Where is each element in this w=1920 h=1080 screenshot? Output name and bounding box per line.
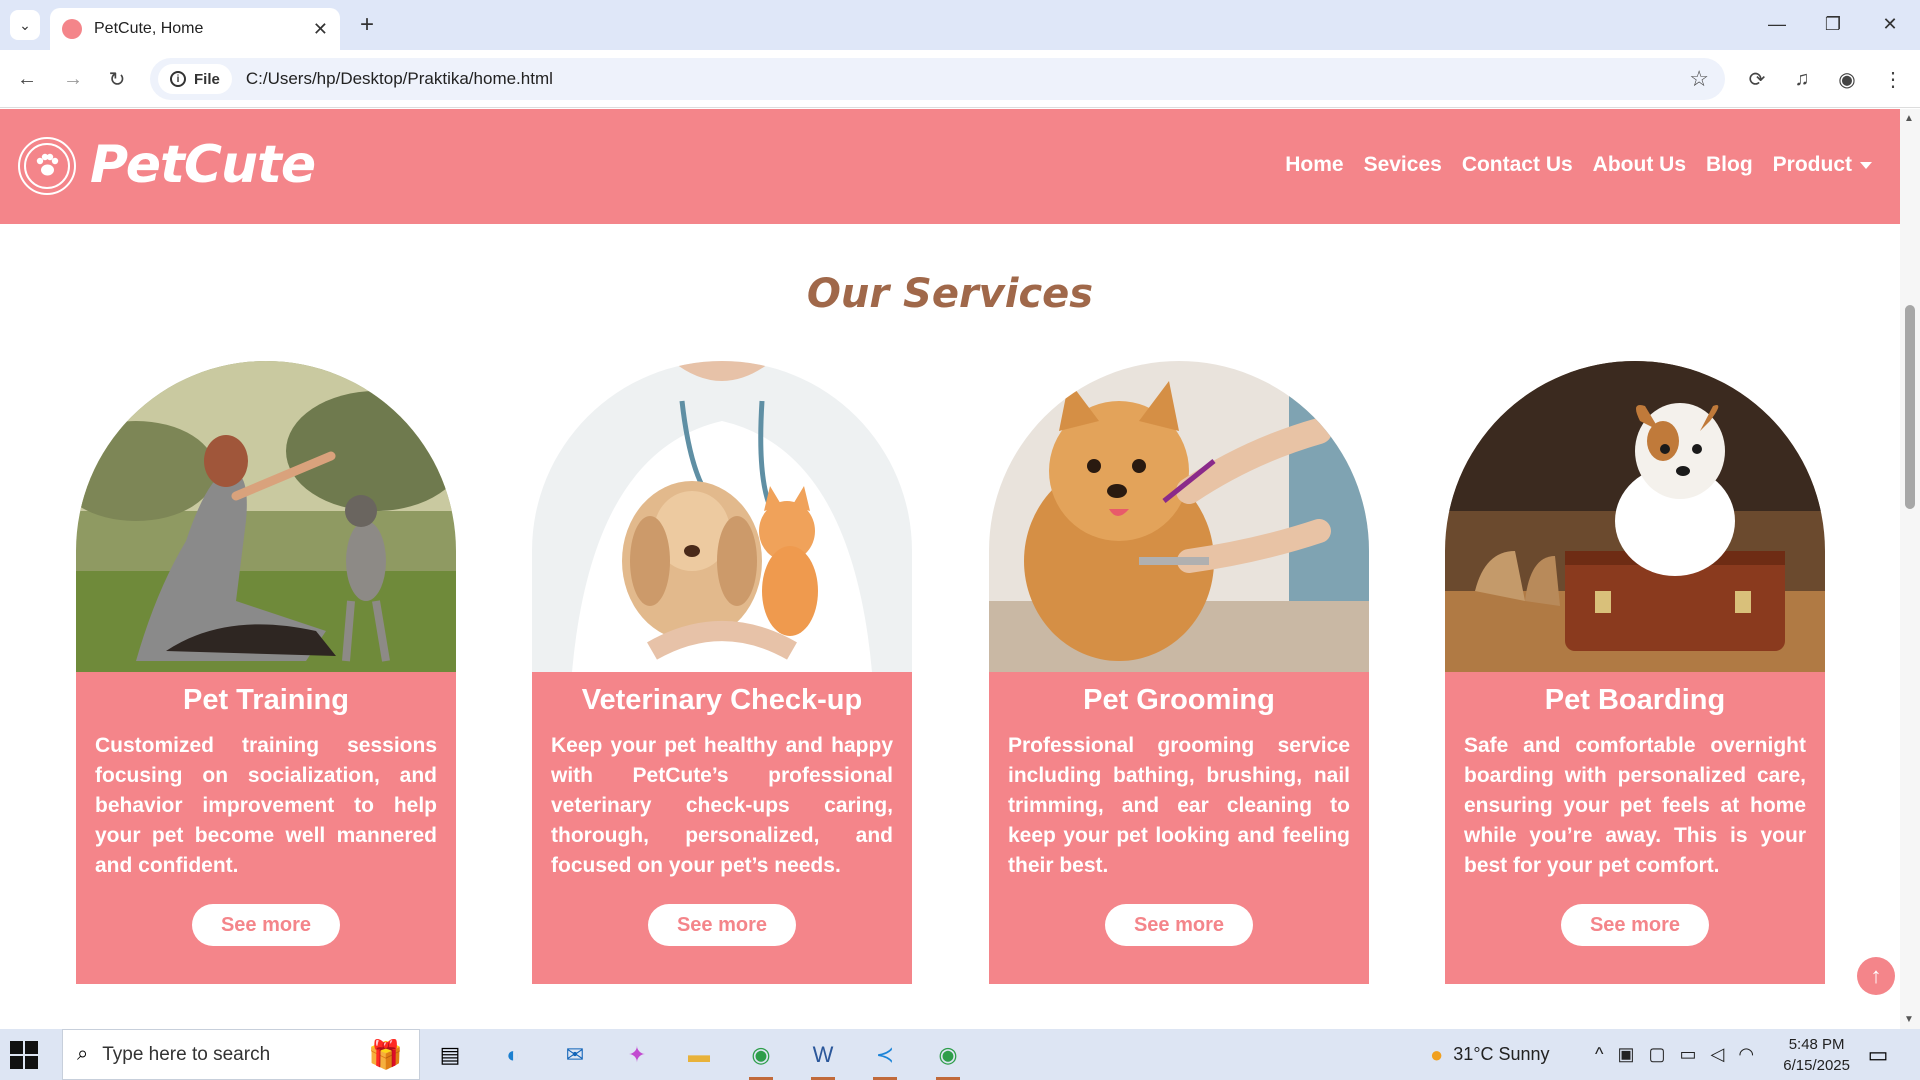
task-view-icon[interactable]: ▤: [430, 1035, 470, 1075]
card-description: Keep your pet healthy and happy with Pet…: [551, 734, 893, 877]
page-scrollbar[interactable]: ▲ ▼: [1900, 109, 1920, 1029]
boarding-photo: [1445, 361, 1825, 672]
forward-icon[interactable]: →: [56, 62, 90, 96]
see-more-button[interactable]: See more: [1561, 904, 1709, 946]
restore-icon[interactable]: ❐: [1813, 8, 1853, 40]
nav-blog[interactable]: Blog: [1706, 153, 1753, 177]
card-title: Pet Boarding: [1544, 684, 1726, 716]
card-description: Customized training sessions focusing on…: [95, 734, 437, 877]
window-close-icon[interactable]: ✕: [1870, 8, 1910, 40]
see-more-button[interactable]: See more: [1105, 904, 1253, 946]
profile-icon[interactable]: ◉: [1832, 64, 1862, 94]
service-card-training: Pet Training Customized training session…: [76, 361, 456, 984]
vscode-icon[interactable]: ≺: [865, 1035, 905, 1080]
gift-icon: 🎁: [368, 1039, 403, 1070]
wifi-icon[interactable]: ◠: [1738, 1044, 1754, 1065]
menu-kebab-icon[interactable]: ⋮: [1878, 64, 1908, 94]
system-tray: ^ ▣ ▢ ▭ ◁ ◠: [1595, 1029, 1754, 1080]
main-menu: Home Sevices Contact Us About Us Blog Pr…: [1285, 153, 1872, 177]
notification-icon[interactable]: ▭: [1858, 1035, 1898, 1075]
windows-start-icon[interactable]: [10, 1041, 38, 1069]
search-icon: ⌕: [77, 1043, 89, 1065]
minimize-icon[interactable]: —: [1757, 8, 1797, 40]
bookmark-star-icon[interactable]: ☆: [1689, 66, 1709, 92]
paw-logo-icon[interactable]: [18, 137, 76, 195]
grooming-photo: [989, 361, 1369, 672]
card-description: Safe and comfortable overnight boarding …: [1464, 734, 1806, 877]
address-bar: ← → ↻ i File C:/Users/hp/Desktop/Praktik…: [0, 50, 1920, 108]
clock-date: 6/15/2025: [1783, 1057, 1850, 1074]
edge-icon[interactable]: ◐: [493, 1035, 533, 1075]
search-placeholder: Type here to search: [102, 1043, 271, 1065]
see-more-button[interactable]: See more: [648, 904, 796, 946]
nav-contact[interactable]: Contact Us: [1462, 153, 1573, 177]
file-chip-label: File: [194, 70, 220, 88]
scroll-up-icon[interactable]: ▲: [1904, 113, 1914, 124]
site-navbar: PetCute Home Sevices Contact Us About Us…: [0, 109, 1900, 224]
new-tab-icon[interactable]: +: [352, 10, 382, 40]
clock-time: 5:48 PM: [1788, 1036, 1845, 1053]
tab-title: PetCute, Home: [94, 20, 204, 37]
card-title: Pet Training: [183, 684, 349, 716]
browser-tab[interactable]: PetCute, Home ✕: [50, 8, 340, 50]
meet-icon[interactable]: ▢: [1648, 1044, 1665, 1065]
taskbar-search[interactable]: ⌕ Type here to search 🎁: [62, 1029, 420, 1080]
back-icon[interactable]: ←: [10, 62, 44, 96]
omnibox[interactable]: i File C:/Users/hp/Desktop/Praktika/home…: [150, 58, 1725, 100]
veterinary-photo: [532, 361, 912, 672]
media-control-icon[interactable]: ♫: [1787, 64, 1817, 94]
copilot-icon[interactable]: ✦: [617, 1035, 657, 1075]
volume-icon[interactable]: ◁: [1711, 1044, 1725, 1065]
site-info-chip[interactable]: i File: [158, 64, 232, 94]
chevron-up-icon[interactable]: ^: [1595, 1044, 1603, 1065]
boarding-card-body: Pet Boarding Safe and comfortable overni…: [1445, 672, 1825, 984]
weather-widget[interactable]: ● 31°C Sunny: [1430, 1029, 1550, 1080]
page-viewport: PetCute Home Sevices Contact Us About Us…: [0, 109, 1900, 1029]
grooming-card-body: Pet Grooming Professional grooming servi…: [989, 672, 1369, 984]
word-icon[interactable]: W: [803, 1035, 843, 1080]
chrome-icon[interactable]: ◉: [741, 1035, 781, 1080]
weather-text: 31°C Sunny: [1453, 1044, 1550, 1064]
tab-close-icon[interactable]: ✕: [313, 19, 328, 40]
taskbar-clock[interactable]: 5:48 PM 6/15/2025: [1783, 1034, 1850, 1076]
scroll-to-top-button[interactable]: ↑: [1857, 957, 1895, 995]
camera-icon[interactable]: ▣: [1617, 1044, 1634, 1065]
card-title: Pet Grooming: [1083, 684, 1275, 716]
nav-home[interactable]: Home: [1285, 153, 1343, 177]
info-icon: i: [170, 71, 186, 87]
card-description: Professional grooming service including …: [1008, 734, 1350, 877]
service-card-veterinary: Veterinary Check-up Keep your pet health…: [532, 361, 912, 984]
brand-logo-text[interactable]: PetCute: [90, 135, 316, 195]
service-card-boarding: Pet Boarding Safe and comfortable overni…: [1445, 361, 1825, 984]
nav-product-label: Product: [1772, 153, 1852, 176]
chrome-active-icon[interactable]: ◉: [928, 1035, 968, 1080]
nav-about[interactable]: About Us: [1593, 153, 1686, 177]
windows-taskbar: ⌕ Type here to search 🎁 ▤ ◐ ✉ ✦ ▬ ◉ W ≺ …: [0, 1029, 1920, 1080]
services-heading: Our Services: [806, 271, 1094, 317]
favicon-icon: [62, 19, 82, 39]
url-text[interactable]: C:/Users/hp/Desktop/Praktika/home.html: [246, 69, 553, 89]
battery-icon[interactable]: ▭: [1679, 1044, 1696, 1065]
training-card-body: Pet Training Customized training session…: [76, 672, 456, 984]
card-title: Veterinary Check-up: [581, 684, 863, 716]
browser-tab-bar: ⌄ PetCute, Home ✕ + — ❐ ✕: [0, 0, 1920, 50]
sun-icon: ●: [1430, 1041, 1444, 1067]
service-card-grooming: Pet Grooming Professional grooming servi…: [989, 361, 1369, 984]
nav-product-dropdown[interactable]: Product: [1773, 153, 1872, 177]
nav-services[interactable]: Sevices: [1364, 153, 1442, 177]
file-explorer-icon[interactable]: ▬: [679, 1035, 719, 1075]
training-photo: [76, 361, 456, 672]
scrollbar-thumb[interactable]: [1905, 305, 1915, 509]
scroll-down-icon[interactable]: ▼: [1904, 1014, 1914, 1025]
outlook-icon[interactable]: ✉: [555, 1035, 595, 1075]
veterinary-card-body: Veterinary Check-up Keep your pet health…: [532, 672, 912, 984]
caret-down-icon: [1860, 161, 1872, 169]
reload-icon[interactable]: ↻: [100, 62, 134, 96]
extension-icon[interactable]: ⟳: [1742, 64, 1772, 94]
see-more-button[interactable]: See more: [192, 904, 340, 946]
tab-list-icon[interactable]: ⌄: [10, 10, 40, 40]
